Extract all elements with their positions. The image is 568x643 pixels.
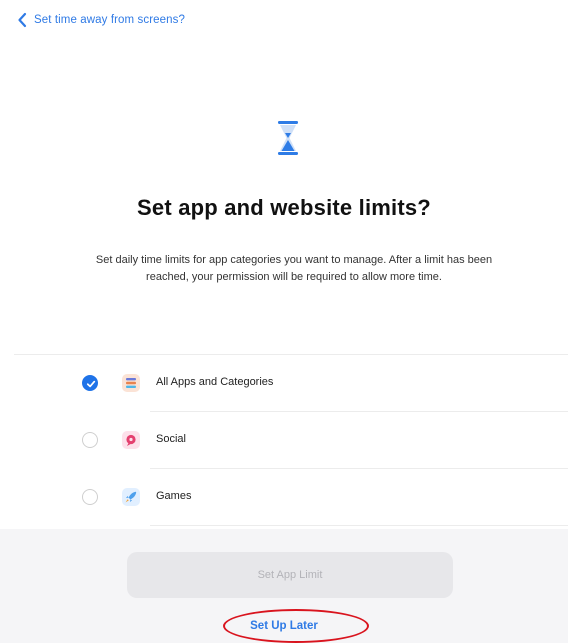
option-label: All Apps and Categories bbox=[156, 376, 274, 388]
back-button-label: Set time away from screens? bbox=[34, 14, 185, 26]
option-all-apps[interactable]: All Apps and Categories bbox=[0, 355, 568, 412]
option-label: Games bbox=[156, 490, 192, 502]
option-games[interactable]: Games bbox=[0, 469, 568, 526]
set-up-later-link[interactable]: Set Up Later bbox=[0, 620, 568, 632]
hourglass-icon bbox=[278, 121, 298, 155]
category-list: All Apps and Categories Social Games bbox=[0, 355, 568, 526]
set-app-limit-button[interactable]: Set App Limit bbox=[127, 552, 453, 598]
chevron-left-icon bbox=[18, 12, 27, 28]
radio-unselected-icon[interactable] bbox=[82, 432, 98, 448]
back-button[interactable]: Set time away from screens? bbox=[16, 11, 185, 29]
option-social[interactable]: Social bbox=[0, 412, 568, 469]
games-rocket-icon bbox=[122, 488, 140, 506]
footer: Set App Limit Set Up Later bbox=[0, 529, 568, 643]
radio-selected-icon[interactable] bbox=[82, 375, 98, 391]
all-apps-stack-icon bbox=[122, 374, 140, 392]
social-chat-icon bbox=[122, 431, 140, 449]
page-title: Set app and website limits? bbox=[137, 195, 431, 220]
option-label: Social bbox=[156, 433, 186, 445]
page-description: Set daily time limits for app categories… bbox=[95, 254, 493, 283]
radio-unselected-icon[interactable] bbox=[82, 489, 98, 505]
row-divider bbox=[150, 525, 568, 526]
